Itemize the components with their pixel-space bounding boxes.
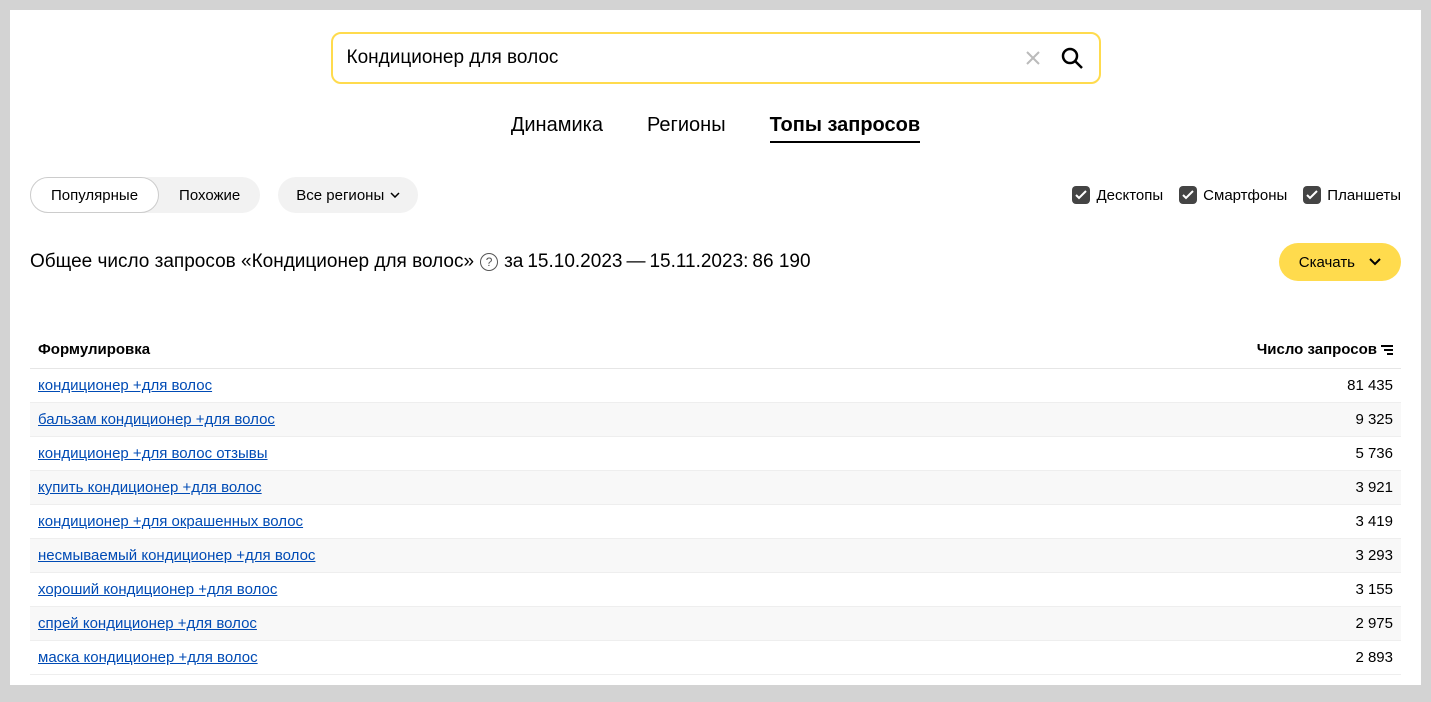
checkbox-icon [1179, 186, 1197, 204]
search-box [331, 32, 1101, 84]
device-smartphone-label: Смартфоны [1203, 187, 1287, 204]
query-count: 3 419 [1213, 513, 1393, 530]
device-tablet-label: Планшеты [1327, 187, 1401, 204]
checkbox-icon [1072, 186, 1090, 204]
search-input[interactable] [347, 47, 1021, 69]
device-desktop[interactable]: Десктопы [1072, 186, 1163, 204]
download-label: Скачать [1299, 254, 1355, 271]
table-header: Формулировка Число запросов [30, 331, 1401, 369]
region-filter[interactable]: Все регионы [278, 177, 418, 213]
controls-row: Популярные Похожие Все регионы Десктопы … [10, 177, 1421, 213]
summary-dash: — [626, 251, 645, 273]
device-desktop-label: Десктопы [1096, 187, 1163, 204]
chevron-down-icon [390, 192, 400, 198]
query-link[interactable]: бальзам кондиционер +для волос [38, 411, 275, 428]
main-panel: Динамика Регионы Топы запросов Популярны… [10, 10, 1421, 685]
search-icon [1060, 46, 1084, 70]
tab-top-queries[interactable]: Топы запросов [770, 114, 921, 143]
query-link[interactable]: кондиционер +для окрашенных волос [38, 513, 303, 530]
checkbox-icon [1303, 186, 1321, 204]
device-smartphone[interactable]: Смартфоны [1179, 186, 1287, 204]
header-query: Формулировка [38, 341, 1213, 358]
device-tablet[interactable]: Планшеты [1303, 186, 1401, 204]
table-row: спрей кондиционер +для волос 2 975 [30, 607, 1401, 641]
table-row: маска кондиционер +для волос 2 893 [30, 641, 1401, 675]
table-row: хороший кондиционер +для волос 3 155 [30, 573, 1401, 607]
table-row: кондиционер +для окрашенных волос 3 419 [30, 505, 1401, 539]
header-count[interactable]: Число запросов [1213, 341, 1393, 358]
sort-icon [1381, 345, 1393, 355]
query-link[interactable]: кондиционер +для волос отзывы [38, 445, 268, 462]
query-count: 3 155 [1213, 581, 1393, 598]
table-row: несмываемый кондиционер +для волос 3 293 [30, 539, 1401, 573]
table-body: кондиционер +для волос 81 435 бальзам конд… [30, 369, 1401, 675]
query-link[interactable]: кондиционер +для волос [38, 377, 212, 394]
query-count: 9 325 [1213, 411, 1393, 428]
query-count: 2 975 [1213, 615, 1393, 632]
table-row: бальзам кондиционер +для волос 9 325 [30, 403, 1401, 437]
query-count: 3 293 [1213, 547, 1393, 564]
table-row: купить кондиционер +для волос 3 921 [30, 471, 1401, 505]
query-type-segment: Популярные Похожие [30, 177, 260, 213]
query-count: 5 736 [1213, 445, 1393, 462]
query-link[interactable]: несмываемый кондиционер +для волос [38, 547, 315, 564]
summary-range-prefix: за [504, 251, 523, 273]
table-row: кондиционер +для волос 81 435 [30, 369, 1401, 403]
summary-date-to: 15.11.2023: [649, 251, 748, 273]
header-count-label: Число запросов [1257, 341, 1377, 358]
query-link[interactable]: купить кондиционер +для волос [38, 479, 262, 496]
chevron-down-icon [1369, 258, 1381, 266]
query-link[interactable]: маска кондиционер +для волос [38, 649, 258, 666]
query-count: 81 435 [1213, 377, 1393, 394]
download-button[interactable]: Скачать [1279, 243, 1401, 281]
tabs: Динамика Регионы Топы запросов [10, 114, 1421, 143]
search-wrap [10, 32, 1421, 84]
results-table: Формулировка Число запросов кондиционер … [10, 331, 1421, 675]
query-link[interactable]: спрей кондиционер +для волос [38, 615, 257, 632]
clear-search-button[interactable] [1021, 46, 1045, 70]
summary-prefix: Общее число запросов «Кондиционер для во… [30, 251, 474, 273]
tab-dynamics[interactable]: Динамика [511, 114, 603, 143]
summary-text: Общее число запросов «Кондиционер для во… [30, 251, 811, 273]
query-count: 2 893 [1213, 649, 1393, 666]
summary-date-from: 15.10.2023 [527, 251, 622, 273]
tab-regions[interactable]: Регионы [647, 114, 726, 143]
table-row: кондиционер +для волос отзывы 5 736 [30, 437, 1401, 471]
segment-popular[interactable]: Популярные [30, 177, 159, 213]
search-button[interactable] [1059, 45, 1085, 71]
close-icon [1025, 50, 1041, 66]
segment-similar[interactable]: Похожие [159, 177, 260, 213]
device-filters: Десктопы Смартфоны Планшеты [1072, 186, 1401, 204]
help-icon[interactable]: ? [480, 253, 498, 271]
query-count: 3 921 [1213, 479, 1393, 496]
summary-row: Общее число запросов «Кондиционер для во… [10, 243, 1421, 281]
query-link[interactable]: хороший кондиционер +для волос [38, 581, 277, 598]
summary-total: 86 190 [752, 251, 810, 273]
region-filter-label: Все регионы [296, 187, 384, 204]
